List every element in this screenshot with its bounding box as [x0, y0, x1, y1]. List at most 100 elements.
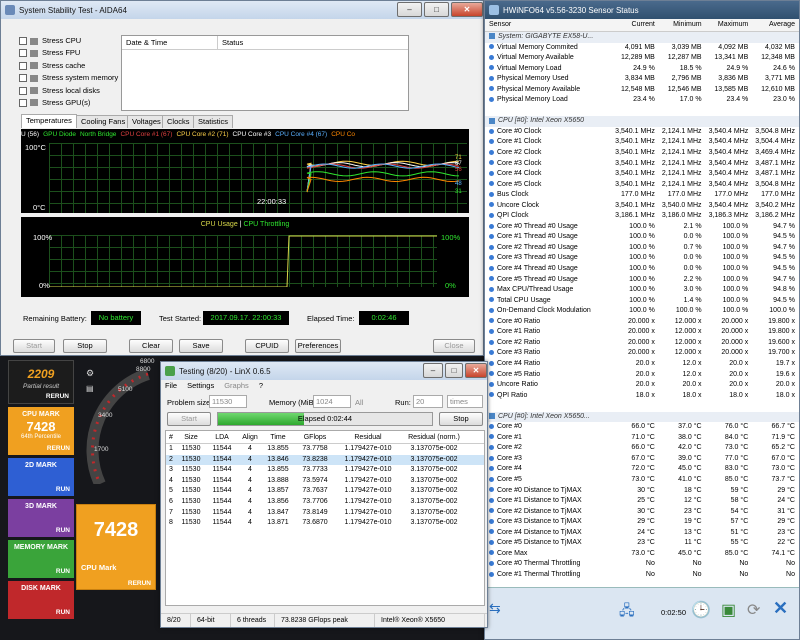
results-column-header[interactable]: LDA — [206, 431, 238, 443]
col-maximum[interactable]: Maximum — [706, 19, 753, 31]
sensor-row[interactable]: QPI Ratio 18.0 x 18.0 x 18.0 x 18.0 x — [485, 391, 799, 402]
sensor-row[interactable]: Core #5 Distance to TjMAX 23 °C 11 °C 55 °C… — [485, 538, 799, 549]
sensor-row[interactable]: Core #3 67.0 °C 39.0 °C 77.0 °C 67.0 °C — [485, 454, 799, 465]
reset-icon[interactable]: ⟳ — [747, 600, 760, 620]
sensor-row[interactable]: Core #0 Distance to TjMAX 30 °C 18 °C 59 °C… — [485, 486, 799, 497]
cpuid-button[interactable]: CPUID — [245, 339, 289, 353]
menu-graphs[interactable]: Graphs — [224, 381, 249, 390]
results-row[interactable]: 5 11530 11544 4 13.857 73.7637 1.179427e-010 3.… — [166, 486, 484, 497]
sensor-row[interactable]: Physical Memory Available 12,548 MB 12,546… — [485, 85, 799, 96]
stress-option[interactable]: Stress system memory — [19, 72, 119, 84]
sensor-row[interactable]: Core #3 Thread #0 Usage 100.0 % 0.0 % 100.0… — [485, 253, 799, 264]
sensor-row[interactable]: Virtual Memory Commited 4,091 MB 3,039 MB 4… — [485, 43, 799, 54]
linx-stop-button[interactable]: Stop — [439, 412, 483, 426]
sensor-row[interactable]: Core #2 Thread #0 Usage 100.0 % 0.7 % 100.0… — [485, 243, 799, 254]
results-row[interactable]: 2 11530 11544 4 13.846 73.8238 1.179427e-010 3.… — [166, 454, 484, 466]
sensor-row[interactable]: Uncore Ratio 20.0 x 20.0 x 20.0 x 20.0 x — [485, 380, 799, 391]
sensor-row[interactable]: Core #0 Thermal Throttling No No No No — [485, 559, 799, 570]
sensor-row[interactable]: Core #4 Ratio 20.0 x 12.0 x 20.0 x 19.7 x — [485, 359, 799, 370]
cpu-mark-card[interactable]: 7428 CPU Mark RERUN — [76, 504, 156, 590]
network-icon[interactable]: 🖧 — [619, 600, 643, 624]
sensor-group-header[interactable]: System: GIGABYTE EX58-U... — [485, 32, 799, 43]
sensor-row[interactable]: Core #3 Ratio 20.000 x 12.000 x 20.000 x 19.… — [485, 348, 799, 359]
sensor-row[interactable]: Core #2 Distance to TjMAX 30 °C 23 °C 54 °C… — [485, 507, 799, 518]
sensor-row[interactable]: Core #2 Clock 3,540.1 MHz 2,124.1 MHz 3,540… — [485, 148, 799, 159]
report-icon[interactable]: ▣ — [721, 600, 736, 620]
results-column-header[interactable]: Residual (norm.) — [400, 431, 468, 443]
menu-settings[interactable]: Settings — [187, 381, 214, 390]
memory-mark-tile[interactable]: MEMORY MARK RUN — [8, 540, 74, 578]
results-row[interactable]: 7 11530 11544 4 13.847 73.8149 1.179427e-010 3.… — [166, 508, 484, 519]
results-row[interactable]: 8 11530 11544 4 13.871 73.6870 1.179427e-010 3.… — [166, 518, 484, 529]
sensor-row[interactable]: Bus Clock 177.0 MHz 177.0 MHz 177.0 MHz 177.… — [485, 190, 799, 201]
run-count-input[interactable]: 20 — [413, 395, 443, 408]
sensor-row[interactable]: Core #4 72.0 °C 45.0 °C 83.0 °C 73.0 °C — [485, 464, 799, 475]
legend-item[interactable]: CPU Core #3 — [233, 129, 272, 141]
sensor-row[interactable]: Core Max 73.0 °C 45.0 °C 85.0 °C 74.1 °C — [485, 549, 799, 560]
menu-help[interactable]: ? — [259, 381, 263, 390]
col-sensor[interactable]: Sensor — [485, 19, 612, 31]
log-header-date[interactable]: Date & Time — [122, 36, 218, 49]
col-minimum[interactable]: Minimum — [659, 19, 706, 31]
sensor-row[interactable]: QPI Clock 3,186.1 MHz 3,186.0 MHz 3,186.3 M… — [485, 211, 799, 222]
sensor-row[interactable]: Max CPU/Thread Usage 100.0 % 3.0 % 100.0 % 9… — [485, 285, 799, 296]
legend-item[interactable]: U (56) — [21, 129, 39, 141]
legend-item[interactable]: CPU Co — [331, 129, 355, 141]
results-column-header[interactable]: Residual — [336, 431, 400, 443]
sensor-row[interactable]: Core #5 Ratio 20.0 x 12.0 x 20.0 x 19.6 x — [485, 370, 799, 381]
sensor-row[interactable]: Total CPU Usage 100.0 % 1.4 % 100.0 % 94.5 % — [485, 296, 799, 307]
stress-option[interactable]: Stress local disks — [19, 85, 119, 97]
results-row[interactable]: 4 11530 11544 4 13.888 73.5974 1.179427e-010 3.… — [166, 476, 484, 487]
problem-size-input[interactable]: 11530 — [209, 395, 247, 408]
linx-maximize-button[interactable]: □ — [445, 363, 463, 378]
results-column-header[interactable]: GFlops — [294, 431, 336, 443]
col-current[interactable]: Current — [612, 19, 659, 31]
preferences-button[interactable]: Preferences — [295, 339, 341, 353]
menu-file[interactable]: File — [165, 381, 177, 390]
legend-item[interactable]: North Bridge — [80, 129, 117, 141]
sensor-row[interactable]: Core #1 Thread #0 Usage 100.0 % 0.0 % 100.0… — [485, 232, 799, 243]
results-row[interactable]: 6 11530 11544 4 13.856 73.7706 1.179427e-010 3.… — [166, 497, 484, 508]
sensor-row[interactable]: Core #1 Thermal Throttling No No No No — [485, 570, 799, 581]
close-button[interactable]: Close — [433, 339, 475, 353]
clear-button[interactable]: Clear — [129, 339, 173, 353]
linx-close-button[interactable]: ✕ — [465, 363, 487, 378]
log-header-status[interactable]: Status — [218, 36, 243, 49]
results-column-header[interactable]: # — [166, 431, 176, 443]
disk-mark-tile[interactable]: DISK MARK RUN — [8, 581, 74, 619]
sensor-row[interactable]: Core #5 Clock 3,540.1 MHz 2,124.1 MHz 3,540… — [485, 180, 799, 191]
stress-option[interactable]: Stress FPU — [19, 47, 119, 59]
sensor-row[interactable]: Core #5 Thread #0 Usage 100.0 % 2.2 % 100.0… — [485, 275, 799, 286]
stop-button[interactable]: Stop — [63, 339, 107, 353]
sensor-row[interactable]: Core #1 Distance to TjMAX 25 °C 12 °C 58 °C… — [485, 496, 799, 507]
sensor-row[interactable] — [485, 401, 799, 412]
clock-icon[interactable]: 🕒 — [691, 600, 711, 620]
sensor-row[interactable]: Virtual Memory Load 24.9 % 18.5 % 24.9 % 24.… — [485, 64, 799, 75]
linx-minimize-button[interactable]: – — [423, 363, 443, 378]
legend-item[interactable]: CPU Core #2 (71) — [176, 129, 228, 141]
tab-cooling-fans[interactable]: Cooling Fans — [76, 115, 131, 128]
sensor-row[interactable]: Core #0 Ratio 20.000 x 12.000 x 20.000 x 19.… — [485, 317, 799, 328]
minimize-button[interactable]: – — [397, 2, 422, 17]
linx-start-button[interactable]: Start — [167, 412, 211, 426]
sensor-row[interactable]: Core #3 Clock 3,540.1 MHz 2,124.1 MHz 3,540… — [485, 159, 799, 170]
stress-option[interactable]: Stress cache — [19, 60, 119, 72]
close-sensor-icon[interactable]: ✕ — [773, 598, 788, 619]
sensor-row[interactable]: On-Demand Clock Modulation 100.0 % 100.0 %… — [485, 306, 799, 317]
all-checkbox-label[interactable]: All — [355, 398, 363, 407]
sensor-row[interactable]: Physical Memory Used 3,834 MB 2,796 MB 3,83… — [485, 74, 799, 85]
tab-temperatures[interactable]: Temperatures — [21, 114, 77, 128]
sensor-row[interactable]: Core #2 Ratio 20.000 x 12.000 x 20.000 x 19.… — [485, 338, 799, 349]
memory-input[interactable]: 1024 — [313, 395, 351, 408]
sensor-row[interactable]: Virtual Memory Available 12,289 MB 12,287 … — [485, 53, 799, 64]
run-unit-select[interactable]: times — [447, 395, 483, 408]
save-button[interactable]: Save — [179, 339, 223, 353]
results-row[interactable]: 1 11530 11544 4 13.855 73.7758 1.179427e-010 3.… — [166, 444, 484, 455]
sensor-row[interactable] — [485, 106, 799, 117]
close-window-button[interactable]: ✕ — [451, 2, 483, 17]
sensor-row[interactable]: Core #1 Ratio 20.000 x 12.000 x 20.000 x 19.… — [485, 327, 799, 338]
sensor-row[interactable]: Core #3 Distance to TjMAX 29 °C 19 °C 57 °C… — [485, 517, 799, 528]
legend-item[interactable]: CPU Core #4 (67) — [275, 129, 327, 141]
stress-checkbox[interactable] — [19, 61, 27, 70]
partial-result-tile[interactable]: 2209 Partial result RERUN — [8, 360, 74, 404]
